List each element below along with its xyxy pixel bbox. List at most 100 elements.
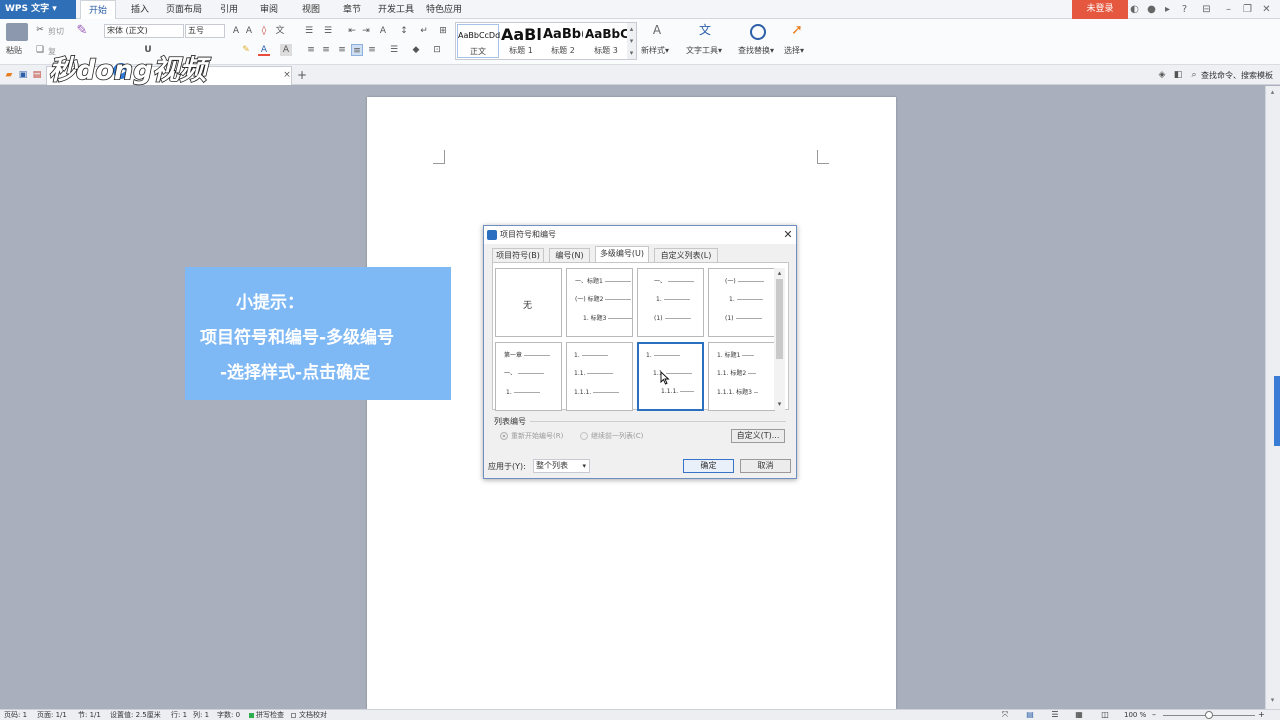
cut-button[interactable]: 剪切 — [48, 26, 64, 37]
settings-icon[interactable]: ● — [1145, 3, 1158, 16]
style-normal[interactable]: AaBbCcDd 正文 — [457, 24, 500, 58]
find-replace-icon[interactable] — [750, 24, 766, 40]
scroll-up-icon[interactable]: ▴ — [1266, 88, 1279, 96]
justify-icon[interactable]: ≡ — [351, 44, 363, 56]
share-icon[interactable]: ▸ — [1161, 3, 1174, 16]
sort-icon[interactable]: ↕ — [398, 25, 410, 37]
reading-view-icon[interactable]: ◫ — [1098, 710, 1112, 720]
text-direction-icon[interactable]: A — [377, 25, 389, 37]
dialog-tab-numbering[interactable]: 编号(N) — [549, 248, 590, 262]
phonetic-icon[interactable]: 文 — [274, 25, 286, 37]
ok-button[interactable]: 确定 — [683, 459, 734, 473]
new-style-button[interactable]: 新样式▾ — [641, 45, 669, 56]
font-name-select[interactable]: 宋体 (正文) — [104, 24, 184, 38]
shading-icon[interactable]: ◆ — [410, 44, 422, 56]
char-shading-icon[interactable]: A — [280, 44, 292, 56]
tab-view[interactable]: 视图 — [295, 0, 327, 19]
multilevel-option-3[interactable]: 一、 1. (1) — [637, 268, 704, 337]
multilevel-option-none[interactable]: 无 — [495, 268, 562, 337]
paste-icon[interactable] — [6, 23, 28, 41]
apply-to-select[interactable]: 整个列表 ▾ — [533, 459, 590, 473]
dialog-close-icon[interactable]: ✕ — [782, 228, 794, 242]
multilevel-option-5[interactable]: 第一章 一、 1. — [495, 342, 562, 411]
paste-button[interactable]: 粘贴 — [6, 45, 22, 56]
dialog-tab-custom-list[interactable]: 自定义列表(L) — [654, 248, 718, 262]
clear-format-icon[interactable]: ◊ — [258, 25, 270, 37]
close-window-icon[interactable]: ✕ — [1260, 3, 1273, 16]
maximize-icon[interactable]: ❐ — [1241, 3, 1254, 16]
tab-chapter[interactable]: 章节 — [336, 0, 368, 19]
status-proof[interactable]: 文档校对 — [299, 710, 327, 720]
align-center-icon[interactable]: ≡ — [320, 44, 332, 56]
web-view-icon[interactable]: ▦ — [1074, 710, 1084, 720]
find-replace-button[interactable]: 查找替换▾ — [738, 45, 774, 56]
new-style-icon[interactable]: A — [649, 24, 665, 40]
show-marks-icon[interactable]: ↵ — [418, 25, 430, 37]
copy-icon[interactable]: ❏ — [34, 44, 46, 56]
style-heading2[interactable]: AaBb(标题 2 — [543, 24, 583, 58]
increase-indent-icon[interactable]: ⇥ — [360, 25, 372, 37]
command-icon[interactable]: ◧ — [1172, 69, 1184, 81]
multilevel-option-4[interactable]: (一) 1. (1) — [708, 268, 775, 337]
open-icon[interactable]: ▰ — [3, 69, 15, 81]
fit-page-icon[interactable]: ⤧ — [1000, 710, 1010, 720]
side-panel-toggle[interactable] — [1274, 376, 1280, 446]
align-left-icon[interactable]: ≡ — [305, 44, 317, 56]
format-painter-icon[interactable]: ✎ — [74, 24, 90, 41]
tab-developer[interactable]: 开发工具 — [375, 0, 417, 19]
bullets-icon[interactable]: ☰ — [303, 25, 315, 37]
align-right-icon[interactable]: ≡ — [336, 44, 348, 56]
options-scroll-up-icon[interactable]: ▴ — [775, 269, 784, 277]
dialog-tab-multilevel[interactable]: 多级编号(U) — [595, 246, 649, 262]
continue-list-radio[interactable] — [580, 432, 588, 440]
text-tools-icon[interactable]: 文 — [697, 24, 713, 40]
options-scroll-down-icon[interactable]: ▾ — [775, 400, 784, 408]
text-tools-button[interactable]: 文字工具▾ — [686, 45, 722, 56]
page-view-icon[interactable]: ▤ — [1025, 710, 1035, 720]
cut-icon[interactable]: ✂ — [34, 24, 46, 36]
tab-review[interactable]: 审阅 — [253, 0, 285, 19]
new-tab-icon[interactable]: + — [296, 69, 308, 81]
multilevel-option-6[interactable]: 1. 1.1. 1.1.1. — [566, 342, 633, 411]
table-icon[interactable]: ⊞ — [437, 25, 449, 37]
options-scroll-thumb[interactable] — [776, 279, 783, 359]
restore-ribbon-icon[interactable]: ⊟ — [1200, 3, 1213, 16]
borders-icon[interactable]: ⊡ — [431, 44, 443, 56]
save-icon[interactable]: ▣ — [17, 69, 29, 81]
outline-view-icon[interactable]: ☰ — [1050, 710, 1060, 720]
search-hint[interactable]: 查找命令、搜索模板 — [1201, 70, 1273, 81]
multilevel-option-2[interactable]: 一、标题1 (一) 标题2 1. 标题3 — [566, 268, 633, 337]
tab-references[interactable]: 引用 — [213, 0, 245, 19]
skin-icon[interactable]: ◐ — [1128, 3, 1141, 16]
customize-button[interactable]: 自定义(T)... — [731, 429, 785, 443]
minimize-icon[interactable]: – — [1222, 3, 1235, 16]
font-size-select[interactable]: 五号 — [185, 24, 225, 38]
line-spacing-icon[interactable]: ☰ — [388, 44, 400, 56]
tab-page-layout[interactable]: 页面布局 — [163, 0, 205, 19]
zoom-slider-thumb[interactable] — [1205, 711, 1213, 719]
tab-features[interactable]: 特色应用 — [423, 0, 465, 19]
distribute-icon[interactable]: ≡ — [366, 44, 378, 56]
dialog-tab-bullets[interactable]: 项目符号(B) — [492, 248, 544, 262]
scroll-down-icon[interactable]: ▾ — [1266, 696, 1279, 704]
tab-insert[interactable]: 插入 — [124, 0, 156, 19]
style-heading3[interactable]: AaBbC 标题 3 — [585, 24, 627, 58]
cancel-button[interactable]: 取消 — [740, 459, 791, 473]
login-button[interactable]: 未登录 — [1072, 0, 1128, 19]
status-spell-check[interactable]: 拼写检查 — [256, 710, 284, 720]
pin-icon[interactable]: ◈ — [1156, 69, 1168, 81]
font-color-icon[interactable]: A — [258, 44, 270, 56]
style-gallery-scroll[interactable]: ▴ ▾ ▾ — [627, 23, 636, 59]
multilevel-option-7[interactable]: 1. 1.1. 1.1.1. — [637, 342, 704, 411]
shrink-font-icon[interactable]: A — [243, 25, 255, 37]
search-icon[interactable]: ⌕ — [1188, 69, 1200, 81]
zoom-level[interactable]: 100 % — [1124, 710, 1146, 720]
grow-font-icon[interactable]: A — [230, 25, 242, 37]
status-words[interactable]: 字数: 0 — [217, 710, 240, 720]
restart-numbering-radio[interactable] — [500, 432, 508, 440]
tab-home[interactable]: 开始 — [80, 0, 116, 19]
close-tab-icon[interactable]: × — [281, 69, 293, 81]
print-icon[interactable]: ▤ — [31, 69, 43, 81]
style-heading1[interactable]: AaBl 标题 1 — [501, 24, 541, 58]
decrease-indent-icon[interactable]: ⇤ — [346, 25, 358, 37]
